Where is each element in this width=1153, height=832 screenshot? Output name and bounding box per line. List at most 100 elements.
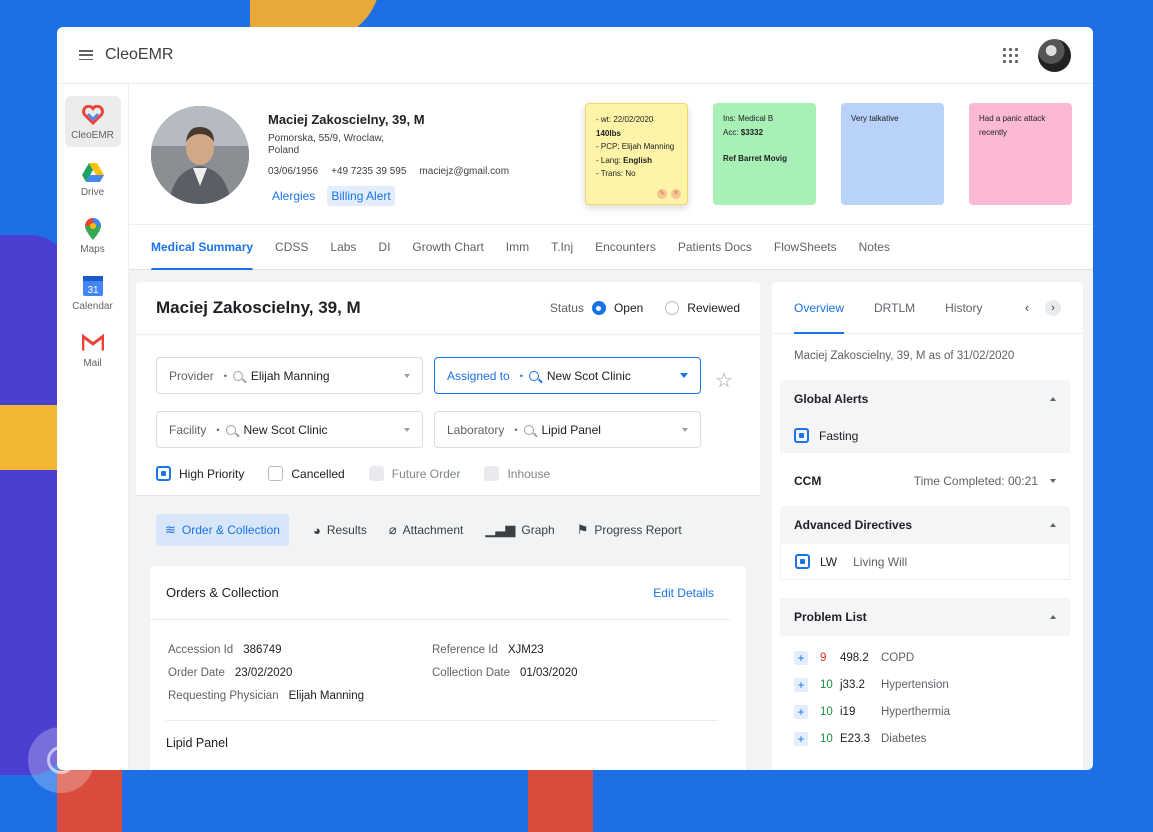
sticky-note-green[interactable]: Ins: Medical B Acc: $3332 Ref Barret Mov… — [713, 103, 816, 205]
bg-shape-gold-left — [0, 405, 60, 470]
tab-t-inj[interactable]: T.Inj — [551, 224, 573, 270]
cancelled-label: Cancelled — [291, 466, 345, 481]
results-icon: ◕ — [312, 522, 321, 538]
problem-code: 498.2 — [840, 651, 869, 664]
assigned-to-field[interactable]: Assigned to • New Scot Clinic — [434, 357, 701, 394]
star-icon[interactable]: ☆ — [715, 368, 733, 393]
tab-patients-docs[interactable]: Patients Docs — [678, 224, 752, 270]
status-open-radio[interactable] — [591, 301, 606, 315]
sticky-note-blue[interactable]: Very talkative — [841, 103, 944, 205]
edit-details-link[interactable]: Edit Details — [653, 586, 714, 600]
subtab-label: Graph — [521, 523, 555, 537]
inhouse-checkbox[interactable] — [484, 466, 500, 481]
status-group: Status Open Reviewed — [550, 301, 740, 315]
tab-growth-chart[interactable]: Growth Chart — [412, 224, 483, 270]
note-text: Had a panic attack recently — [979, 114, 1046, 137]
provider-label: Provider — [169, 368, 214, 383]
apps-grid-icon[interactable] — [1003, 47, 1018, 63]
rail-item-maps[interactable]: Maps — [65, 210, 121, 261]
tab-cdss[interactable]: CDSS — [275, 224, 308, 270]
directive-text: Living Will — [853, 554, 908, 569]
section-title: Global Alerts — [794, 392, 869, 406]
close-note-icon[interactable]: ✕ — [671, 189, 681, 199]
billing-alert-tag[interactable]: Billing Alert — [327, 186, 395, 206]
high-priority-checkbox[interactable] — [156, 466, 171, 481]
as-of-text: Maciej Zakoscielny, 39, M as of 31/02/20… — [794, 350, 1015, 362]
note-line: - wt: 22/02/2020 — [596, 115, 654, 124]
chevron-down-icon — [680, 373, 688, 378]
patient-photo — [151, 106, 249, 204]
ccm-time: Time Completed: 00:21 — [913, 474, 1038, 488]
problem-list-header[interactable]: Problem List — [780, 598, 1070, 636]
tab-medical-summary[interactable]: Medical Summary — [151, 224, 254, 271]
search-icon — [523, 424, 534, 435]
add-icon[interactable]: + — [794, 731, 808, 746]
advanced-directives-header[interactable]: Advanced Directives — [780, 506, 1070, 544]
sticky-note-pink[interactable]: Had a panic attack recently — [969, 103, 1072, 205]
ccm-row[interactable]: CCM Time Completed: 00:21 — [780, 461, 1070, 501]
status-label: Status — [549, 301, 584, 315]
tab-notes[interactable]: Notes — [859, 224, 890, 270]
directive-code: LW — [820, 554, 838, 569]
global-alerts-header[interactable]: Global Alerts — [780, 380, 1070, 418]
tab-overview[interactable]: Overview — [794, 282, 845, 334]
rail-item-cleoemr[interactable]: CleoEMR — [64, 96, 121, 147]
tab-history[interactable]: History — [945, 282, 982, 334]
add-icon[interactable]: + — [794, 704, 808, 719]
user-avatar[interactable] — [1038, 38, 1071, 72]
calendar-icon: 31 — [82, 275, 104, 297]
status-reviewed-radio[interactable] — [665, 301, 680, 315]
order-date-value: 23/02/2020 — [234, 666, 293, 679]
divider — [166, 720, 718, 721]
drive-icon — [81, 161, 104, 183]
app-window: CleoEMR CleoEMR Drive Maps 31 Calendar M… — [57, 27, 1093, 770]
subtab-results[interactable]: ◕ Results — [313, 523, 367, 538]
tab-flowsheets[interactable]: FlowSheets — [774, 224, 837, 270]
search-icon — [232, 370, 243, 381]
bar-chart-icon: ▁▃▆ — [485, 522, 516, 537]
main-tabs: Medical Summary CDSS Labs DI Growth Char… — [129, 224, 1093, 271]
hamburger-menu-icon[interactable] — [79, 50, 93, 60]
edit-note-icon[interactable]: ✎ — [657, 189, 667, 199]
rail-item-label: Maps — [80, 244, 105, 255]
subtab-progress-report[interactable]: ⚑ Progress Report — [577, 522, 682, 538]
expand-icon — [1050, 479, 1056, 483]
rail-item-calendar[interactable]: 31 Calendar — [65, 267, 121, 318]
tab-encounters[interactable]: Encounters — [595, 224, 656, 270]
subtab-graph[interactable]: ▁▃▆ Graph — [485, 522, 554, 538]
add-icon[interactable]: + — [794, 650, 808, 665]
add-icon[interactable]: + — [794, 677, 808, 692]
note-line: Ref Barret Movig — [723, 154, 788, 163]
rail-item-drive[interactable]: Drive — [65, 153, 121, 204]
tab-di[interactable]: DI — [378, 224, 390, 270]
order-subsection: ≋ Order & Collection ◕ Results ⌀ Attachm… — [136, 495, 760, 770]
fasting-checkbox[interactable] — [794, 428, 809, 443]
reference-value: XJM23 — [507, 643, 544, 656]
section-title: Advanced Directives — [794, 518, 913, 532]
top-bar: CleoEMR — [57, 27, 1093, 84]
chevron-right-icon[interactable]: › — [1045, 299, 1061, 316]
tab-imm[interactable]: Imm — [506, 224, 529, 270]
allergies-tag[interactable]: Alergies — [268, 186, 319, 206]
laboratory-field[interactable]: Laboratory • Lipid Panel — [434, 411, 701, 448]
facility-label: Facility — [169, 422, 207, 437]
sticky-note-yellow[interactable]: - wt: 22/02/2020 140lbs - PCP: Elijah Ma… — [585, 103, 688, 205]
cancelled-checkbox[interactable] — [268, 466, 284, 481]
tab-labs[interactable]: Labs — [330, 224, 356, 270]
orders-collection-card: Orders & Collection Edit Details Accessi… — [150, 566, 746, 770]
future-order-checkbox[interactable] — [368, 466, 384, 481]
facility-field[interactable]: Facility • New Scot Clinic — [156, 411, 423, 448]
note-text: Very talkative — [851, 114, 899, 123]
living-will-checkbox[interactable] — [795, 554, 810, 569]
problem-row: +10 E23.3 Diabetes — [780, 725, 1070, 752]
problem-code: j33.2 — [840, 678, 865, 691]
subtab-order-collection[interactable]: ≋ Order & Collection — [156, 514, 289, 546]
provider-field[interactable]: Provider • Elijah Manning — [156, 357, 423, 394]
problem-count: 10 — [820, 705, 833, 718]
reference-label: Reference Id — [432, 643, 498, 656]
subtab-attachment[interactable]: ⌀ Attachment — [389, 522, 464, 538]
rail-item-mail[interactable]: Mail — [65, 324, 121, 375]
subtab-label: Results — [326, 523, 367, 537]
tab-drtlm[interactable]: DRTLM — [874, 282, 915, 334]
chevron-left-icon[interactable]: ‹ — [1019, 300, 1035, 316]
